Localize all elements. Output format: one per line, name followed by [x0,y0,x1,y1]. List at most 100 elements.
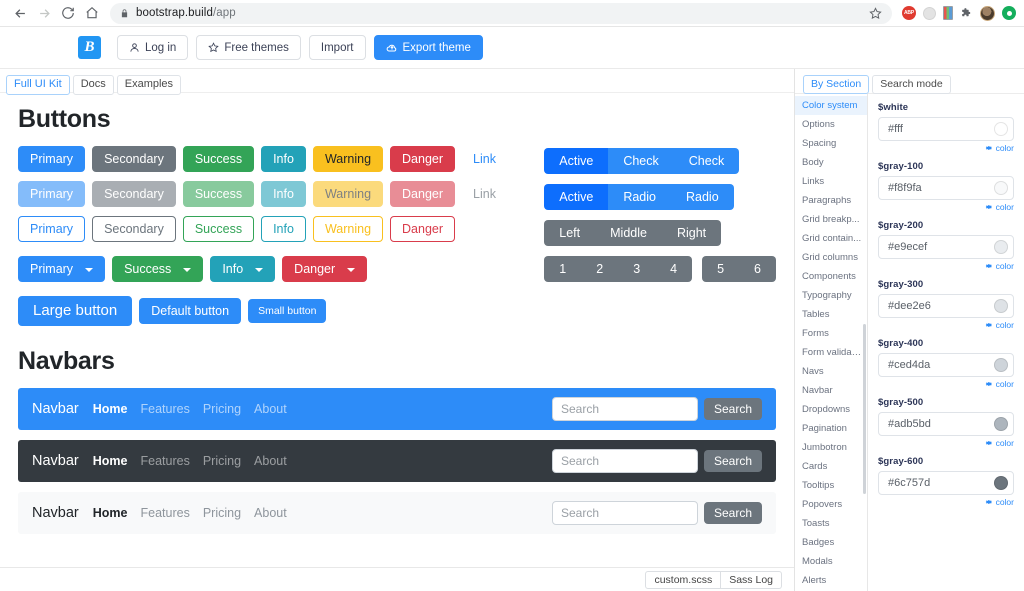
free-themes-button[interactable]: Free themes [196,35,301,60]
dropdown-danger[interactable]: Danger [282,256,368,282]
button-num-3[interactable]: 3 [618,256,656,282]
button-middle[interactable]: Middle [595,220,662,246]
navbar-primary-link-home[interactable]: Home [93,402,128,416]
dropdown-info[interactable]: Info [210,256,276,282]
sidebar-item-navs[interactable]: Navs [795,362,867,381]
tab-by-section[interactable]: By Section [803,75,870,94]
sidebar-item-components[interactable]: Components [795,267,867,286]
navbar-primary-search-input[interactable] [551,397,698,421]
button-warning[interactable]: Warning [312,146,384,172]
tab-examples[interactable]: Examples [116,75,182,95]
navbar-light-search-button[interactable]: Search [703,502,762,524]
sidebar-item-tooltips[interactable]: Tooltips [795,476,867,495]
navbar-dark-link-features[interactable]: Features [140,454,189,468]
button-outline-primary[interactable]: Primary [18,216,86,242]
button-primary[interactable]: Primary [18,146,86,172]
navbar-dark-link-pricing[interactable]: Pricing [203,454,241,468]
sidebar-item-pagination[interactable]: Pagination [795,419,867,438]
navbar-primary-brand[interactable]: Navbar [32,401,79,417]
navbar-primary-link-pricing[interactable]: Pricing [203,402,241,416]
sidebar-item-alerts[interactable]: Alerts [795,571,867,590]
sidebar-item-grid-breakp[interactable]: Grid breakp... [795,210,867,229]
sidebar-item-paragraphs[interactable]: Paragraphs [795,191,867,210]
button-link-disabled[interactable]: Link [462,182,507,206]
button-outline-warning[interactable]: Warning [312,216,384,242]
sidebar-item-toasts[interactable]: Toasts [795,514,867,533]
export-theme-button[interactable]: Export theme [373,35,483,60]
button-outline-success[interactable]: Success [182,216,255,242]
button-left[interactable]: Left [544,220,596,246]
navbar-primary-link-features[interactable]: Features [140,402,189,416]
button-outline-info[interactable]: Info [261,216,306,242]
button-info-disabled[interactable]: Info [261,181,306,207]
navbar-dark-search-button[interactable]: Search [703,450,762,472]
button-right[interactable]: Right [661,220,722,246]
large-button[interactable]: Large button [18,296,133,326]
button-danger-disabled[interactable]: Danger [390,181,456,207]
sidebar-item-options[interactable]: Options [795,115,867,134]
default-button[interactable]: Default button [139,298,242,324]
custom-scss-button[interactable]: custom.scss [645,570,722,589]
button-secondary[interactable]: Secondary [92,146,176,172]
button-outline-danger[interactable]: Danger [390,216,456,242]
color-swatch-gray-600[interactable] [994,476,1008,490]
import-button[interactable]: Import [308,35,366,60]
sidebar-item-jumbotron[interactable]: Jumbotron [795,438,867,457]
color-swatch-gray-100[interactable] [994,181,1008,195]
address-bar[interactable]: bootstrap.build/app [110,2,892,24]
button-secondary-disabled[interactable]: Secondary [92,181,176,207]
sidebar-item-grid-columns[interactable]: Grid columns [795,248,867,267]
color-swatch-gray-300[interactable] [994,299,1008,313]
sidebar-item-body[interactable]: Body [795,153,867,172]
login-button[interactable]: Log in [117,35,189,60]
sidebar-item-cards[interactable]: Cards [795,457,867,476]
navbar-light-search-input[interactable] [551,501,698,525]
button-success-disabled[interactable]: Success [182,181,255,207]
button-info[interactable]: Info [261,146,306,172]
sidebar-item-badges[interactable]: Badges [795,533,867,552]
back-arrow-icon[interactable] [8,1,32,25]
tab-full-ui-kit[interactable]: Full UI Kit [6,75,70,95]
checkbox-check-2[interactable]: Check [673,148,740,174]
navbar-light-brand[interactable]: Navbar [32,505,79,521]
sidebar-item-typography[interactable]: Typography [795,286,867,305]
radio-radio-1[interactable]: Radio [608,184,671,210]
profile-avatar[interactable] [980,5,995,21]
navbar-primary-link-about[interactable]: About [254,402,287,416]
dropdown-success[interactable]: Success [112,256,204,282]
navbar-primary-search-button[interactable]: Search [703,398,762,420]
tab-docs[interactable]: Docs [72,75,114,95]
button-num-5[interactable]: 5 [702,256,740,282]
radio-radio-2[interactable]: Radio [671,184,734,210]
button-link[interactable]: Link [462,147,507,171]
navbar-dark-search-input[interactable] [551,449,698,473]
small-button[interactable]: Small button [248,299,327,323]
button-num-1[interactable]: 1 [544,256,582,282]
button-num-2[interactable]: 2 [581,256,619,282]
reload-icon[interactable] [56,1,80,25]
button-num-4[interactable]: 4 [655,256,693,282]
button-danger[interactable]: Danger [390,146,456,172]
tab-search-mode[interactable]: Search mode [872,75,951,94]
navbar-light-link-features[interactable]: Features [140,506,189,520]
navbar-dark-link-home[interactable]: Home [93,454,128,468]
sidebar-item-forms[interactable]: Forms [795,324,867,343]
navbar-light-link-about[interactable]: About [254,506,287,520]
bookmark-star-icon[interactable] [869,6,882,20]
color-swatch-gray-500[interactable] [994,417,1008,431]
sidebar-item-navbar[interactable]: Navbar [795,381,867,400]
book-stack-icon[interactable] [943,6,953,20]
home-icon[interactable] [80,1,104,25]
forward-arrow-icon[interactable] [32,1,56,25]
sidebar-item-popovers[interactable]: Popovers [795,495,867,514]
radio-active[interactable]: Active [544,184,609,210]
checkbox-active[interactable]: Active [544,148,609,174]
navbar-dark-link-about[interactable]: About [254,454,287,468]
sidebar-scrollbar[interactable] [863,324,866,494]
color-swatch-gray-200[interactable] [994,240,1008,254]
color-swatch-gray-400[interactable] [994,358,1008,372]
puzzle-piece-icon[interactable] [960,7,973,20]
dropdown-primary[interactable]: Primary [18,256,106,282]
navbar-dark-brand[interactable]: Navbar [32,453,79,469]
sidebar-item-tables[interactable]: Tables [795,305,867,324]
